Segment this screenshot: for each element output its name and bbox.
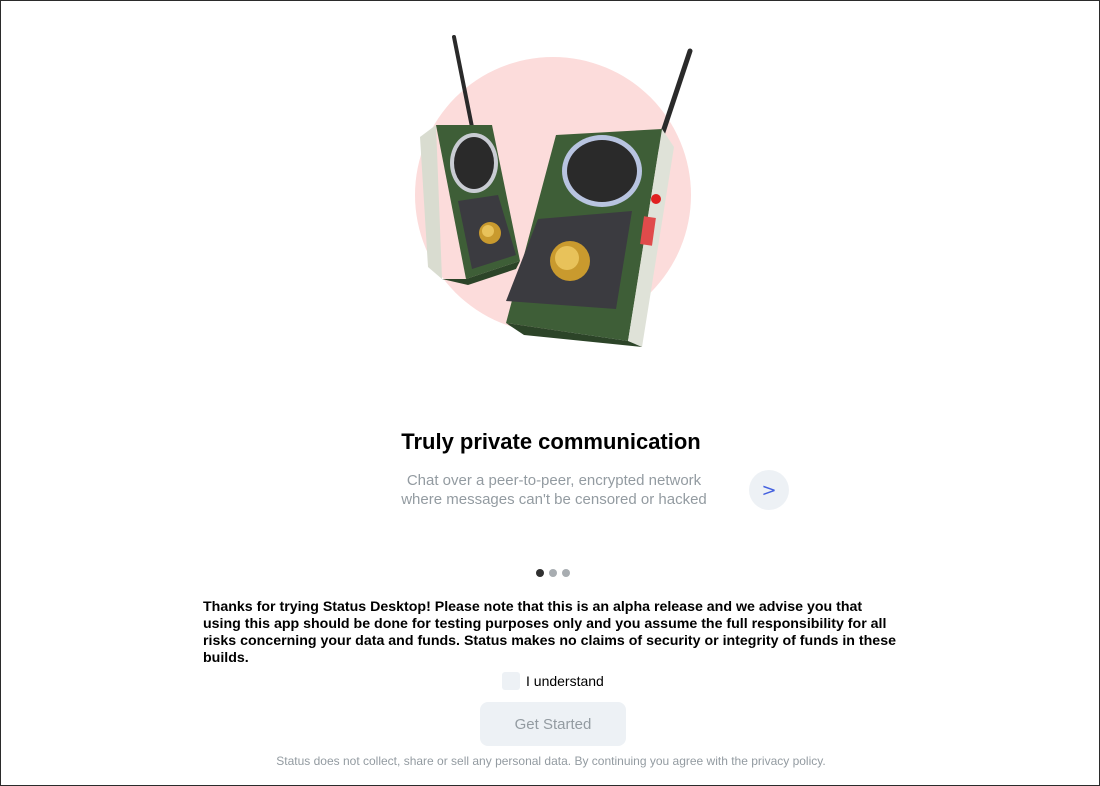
walkie-talkie-illustration <box>415 35 693 347</box>
carousel-pagination <box>536 569 570 577</box>
privacy-policy-text: Status does not collect, share or sell a… <box>276 754 826 768</box>
carousel-dot-3[interactable] <box>562 569 570 577</box>
carousel-dot-1[interactable] <box>536 569 544 577</box>
understand-checkbox[interactable] <box>502 672 520 690</box>
next-slide-button[interactable]: > <box>749 470 789 510</box>
understand-checkbox-row[interactable]: I understand <box>502 672 604 690</box>
alpha-notice: Thanks for trying Status Desktop! Please… <box>203 599 896 666</box>
page-subtitle: Chat over a peer-to-peer, encrypted netw… <box>401 472 707 508</box>
app-window: Truly private communication Chat over a … <box>0 0 1100 786</box>
understand-label: I understand <box>526 673 604 689</box>
page-title: Truly private communication <box>401 429 701 454</box>
get-started-button[interactable]: Get Started <box>480 702 626 746</box>
chevron-right-icon: > <box>761 479 777 501</box>
carousel-dot-2[interactable] <box>549 569 557 577</box>
